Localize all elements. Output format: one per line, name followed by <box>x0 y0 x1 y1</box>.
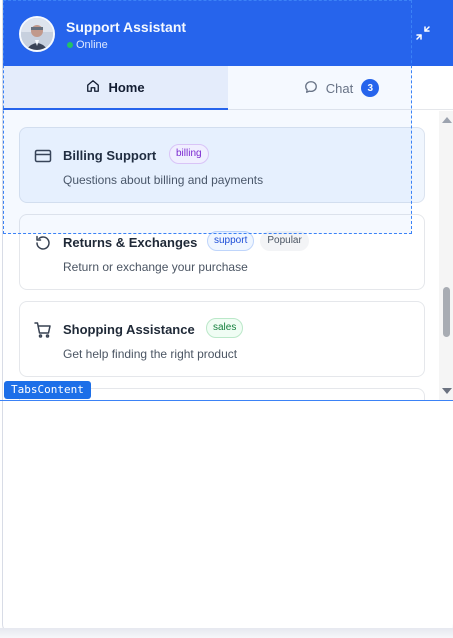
scroll-up-arrow-icon[interactable] <box>442 117 452 123</box>
topic-title: Billing Support <box>63 148 157 163</box>
devtools-component-label: TabsContent <box>4 381 91 399</box>
tab-home[interactable]: Home <box>3 66 228 110</box>
tab-chat[interactable]: Chat 3 <box>229 66 453 110</box>
scroll-thumb[interactable] <box>443 287 450 337</box>
widget-header: Support Assistant Online <box>3 0 453 66</box>
user-avatar-icon <box>19 16 55 52</box>
chat-bubble-icon <box>304 80 318 97</box>
tab-chat-label: Chat <box>325 80 354 96</box>
topic-card-billing[interactable]: Billing Support billing Questions about … <box>19 127 425 203</box>
category-tag: billing <box>169 144 209 164</box>
category-tag: sales <box>206 318 244 338</box>
rotate-ccw-icon <box>34 234 52 252</box>
topic-list-scrollbar[interactable] <box>439 111 453 400</box>
topic-description: Get help finding the right product <box>63 347 238 361</box>
devtools-guide-line <box>0 400 453 401</box>
page-bottom-shadow <box>0 628 453 638</box>
tab-home-label: Home <box>108 79 145 95</box>
tab-bar: Home Chat 3 <box>3 66 453 110</box>
online-status-dot <box>67 42 73 48</box>
home-icon <box>86 79 100 96</box>
topic-description: Questions about billing and payments <box>63 173 264 187</box>
topic-list: Billing Support billing Questions about … <box>3 111 453 400</box>
scroll-down-arrow-icon[interactable] <box>442 388 452 394</box>
topic-card-returns[interactable]: Returns & Exchanges support Popular Retu… <box>19 214 425 290</box>
topic-description: Return or exchange your purchase <box>63 260 248 274</box>
topic-title: Returns & Exchanges <box>63 235 198 250</box>
online-status-text: Online <box>76 39 108 51</box>
support-widget: Support Assistant Online Home Chat 3 Bil… <box>2 0 453 634</box>
topic-title: Shopping Assistance <box>63 322 195 337</box>
chat-unread-badge: 3 <box>361 79 380 97</box>
popular-badge: Popular <box>260 231 309 251</box>
shopping-cart-icon <box>34 321 52 339</box>
topic-card-shopping[interactable]: Shopping Assistance sales Get help findi… <box>19 301 425 377</box>
credit-card-icon <box>34 147 52 165</box>
assistant-title: Support Assistant <box>66 19 187 35</box>
minimize-icon[interactable] <box>415 25 431 41</box>
category-tag: support <box>207 231 255 251</box>
